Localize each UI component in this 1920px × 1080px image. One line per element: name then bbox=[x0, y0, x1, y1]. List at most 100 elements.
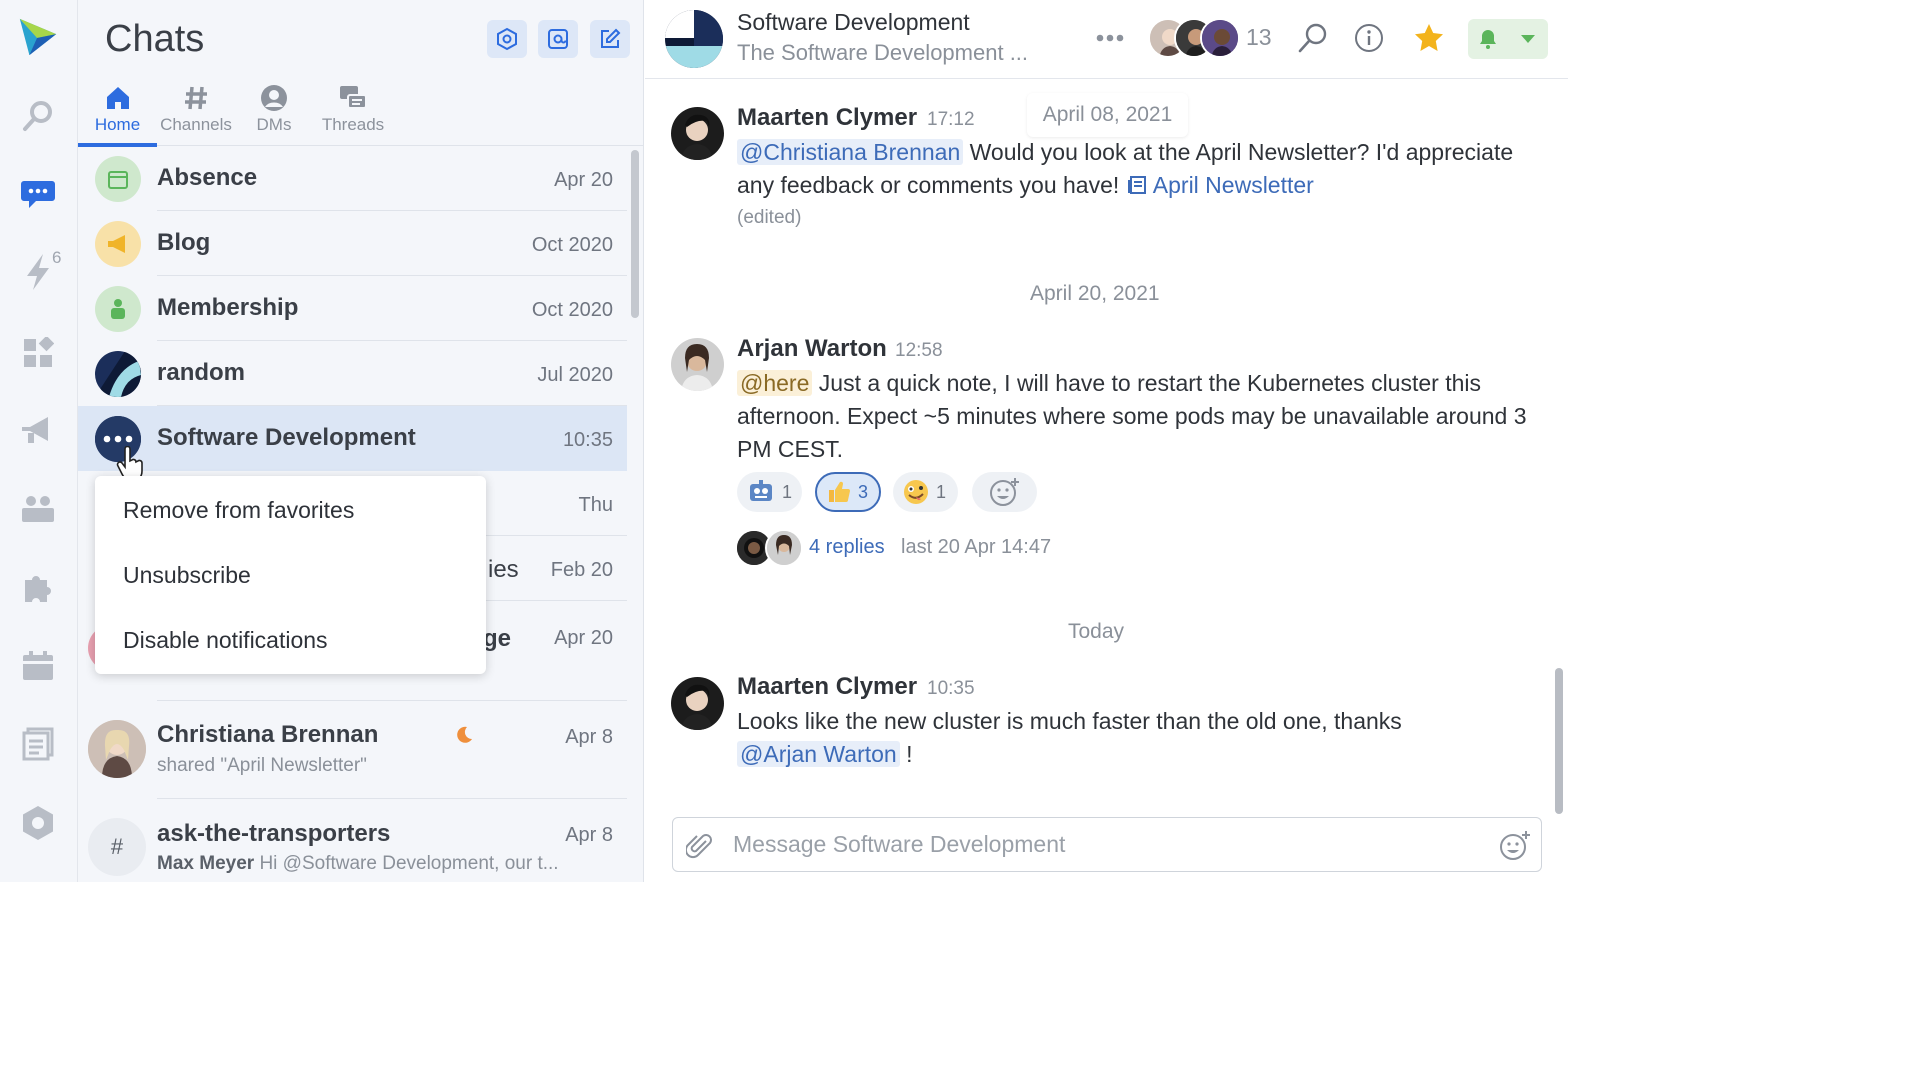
compose-button[interactable] bbox=[590, 20, 630, 58]
chevron-down-icon bbox=[1521, 35, 1535, 43]
chat-row-membership[interactable]: Membership Oct 2020 bbox=[78, 276, 627, 341]
mentions-button[interactable] bbox=[538, 20, 578, 58]
chat-name: Membership bbox=[157, 294, 299, 321]
reaction-zany[interactable]: 1 bbox=[893, 472, 958, 512]
chat-time: Thu bbox=[578, 494, 613, 516]
settings-icon[interactable] bbox=[16, 801, 60, 845]
chat-list-scrollbar[interactable] bbox=[631, 150, 639, 318]
chat-time: Jul 2020 bbox=[537, 364, 613, 386]
search-icon[interactable] bbox=[1293, 18, 1333, 58]
chat-name: random bbox=[157, 359, 246, 386]
calendar-icon bbox=[108, 171, 128, 189]
compose-icon bbox=[601, 28, 621, 48]
star-icon[interactable] bbox=[1409, 18, 1449, 58]
tab-dms-label: DMs bbox=[256, 115, 292, 134]
tab-home[interactable]: Home bbox=[78, 80, 157, 147]
announcements-icon[interactable] bbox=[16, 409, 60, 453]
message-text: @here Just a quick note, I will have to … bbox=[737, 367, 1527, 466]
channel-topic[interactable]: The Software Development ... bbox=[737, 40, 1028, 66]
robot-emoji-icon bbox=[750, 480, 772, 501]
channel-avatar[interactable] bbox=[665, 10, 723, 68]
file-link[interactable]: April Newsletter bbox=[1153, 172, 1314, 198]
subtitle-text: Hi @Software Development, our t... bbox=[259, 853, 559, 874]
app-sidebar: 6 bbox=[0, 0, 78, 882]
teams-icon[interactable] bbox=[16, 487, 60, 531]
notification-settings-button[interactable] bbox=[1468, 19, 1548, 59]
chat-tabs: Home Channels DMs Threads bbox=[78, 80, 643, 147]
tab-channels[interactable]: Channels bbox=[157, 80, 235, 146]
member-count[interactable]: 13 bbox=[1246, 24, 1272, 51]
zany-face-emoji-icon bbox=[904, 480, 928, 504]
apps-icon[interactable] bbox=[16, 331, 60, 375]
chat-row-ask-the-transporters[interactable]: # ask-the-transporters Max Meyer Hi @Sof… bbox=[78, 799, 627, 882]
chat-name-fragment: ies bbox=[488, 556, 519, 583]
channel-title[interactable]: Software Development bbox=[737, 9, 970, 36]
thumbs-up-emoji-icon bbox=[829, 481, 850, 502]
thread-replies-link[interactable]: 4 replies bbox=[809, 536, 885, 559]
message-time: 12:58 bbox=[895, 340, 943, 361]
chat-time: 10:35 bbox=[562, 429, 613, 451]
menu-disable-notifications[interactable]: Disable notifications bbox=[123, 627, 328, 654]
chat-row-software-development[interactable]: Software Development 10:35 bbox=[78, 406, 627, 482]
chats-icon[interactable] bbox=[16, 172, 60, 216]
file-icon bbox=[1126, 172, 1148, 198]
member-avatars[interactable] bbox=[1148, 18, 1244, 60]
chat-row-random[interactable]: random Jul 2020 bbox=[78, 341, 627, 406]
here-mention[interactable]: @here bbox=[737, 370, 813, 396]
calendar-icon[interactable] bbox=[16, 644, 60, 688]
notes-icon[interactable] bbox=[16, 722, 60, 766]
more-options-icon[interactable] bbox=[1090, 18, 1130, 58]
mention-link[interactable]: @Christiana Brennan bbox=[737, 139, 964, 165]
settings-button[interactable] bbox=[487, 20, 527, 58]
membership-avatar bbox=[95, 286, 141, 332]
tab-channels-label: Channels bbox=[160, 115, 232, 134]
chat-time: Apr 20 bbox=[554, 169, 613, 191]
message-avatar[interactable] bbox=[671, 338, 724, 391]
chat-time: Apr 20 bbox=[554, 627, 613, 649]
date-separator: April 20, 2021 bbox=[1030, 282, 1160, 305]
member-avatar bbox=[1200, 18, 1240, 58]
tab-dms[interactable]: DMs bbox=[250, 80, 298, 146]
flash-badge: 6 bbox=[52, 248, 62, 267]
bell-icon bbox=[1480, 30, 1496, 49]
app-logo[interactable] bbox=[16, 15, 60, 59]
menu-unsubscribe[interactable]: Unsubscribe bbox=[123, 562, 251, 589]
reaction-count: 3 bbox=[858, 481, 869, 502]
chat-name: Software Development bbox=[157, 424, 416, 451]
mention-link[interactable]: @Arjan Warton bbox=[737, 741, 900, 767]
channel-hash-avatar: # bbox=[88, 818, 146, 876]
message-author[interactable]: Maarten Clymer bbox=[737, 673, 917, 701]
message-author[interactable]: Arjan Warton bbox=[737, 335, 887, 363]
chat-row-christiana-brennan[interactable]: Christiana Brennan shared "April Newslet… bbox=[78, 701, 627, 799]
message-avatar[interactable] bbox=[671, 677, 724, 730]
search-icon[interactable] bbox=[16, 94, 60, 138]
chat-name: Absence bbox=[157, 164, 258, 191]
message-author[interactable]: Maarten Clymer bbox=[737, 104, 917, 132]
menu-remove-from-favorites[interactable]: Remove from favorites bbox=[123, 497, 354, 524]
paperclip-icon[interactable] bbox=[686, 832, 714, 860]
edited-label: (edited) bbox=[737, 207, 802, 228]
panel-title: Chats bbox=[105, 18, 205, 60]
chat-scrollbar[interactable] bbox=[1555, 668, 1563, 814]
message-body: Looks like the new cluster is much faste… bbox=[737, 708, 1402, 734]
message-input[interactable]: Message Software Development bbox=[733, 831, 1065, 858]
absence-avatar bbox=[95, 156, 141, 202]
thread-last-reply: last 20 Apr 14:47 bbox=[901, 536, 1052, 558]
subtitle-author: Max Meyer bbox=[157, 853, 255, 874]
reaction-thumbs-up[interactable]: 3 bbox=[815, 472, 881, 512]
integrations-icon[interactable] bbox=[16, 565, 60, 609]
hash-icon bbox=[185, 86, 207, 110]
message-text: Looks like the new cluster is much faste… bbox=[737, 705, 1527, 771]
chat-header: Software Development The Software Develo… bbox=[645, 0, 1568, 79]
chat-row-blog[interactable]: Blog Oct 2020 bbox=[78, 211, 627, 276]
emoji-picker-icon[interactable] bbox=[1498, 830, 1532, 862]
tab-threads[interactable]: Threads bbox=[319, 80, 387, 146]
user-circle-icon bbox=[261, 85, 287, 111]
reaction-robot[interactable]: 1 bbox=[737, 472, 802, 512]
message-avatar[interactable] bbox=[671, 107, 724, 160]
add-reaction-button[interactable] bbox=[972, 472, 1037, 512]
info-icon[interactable] bbox=[1349, 18, 1389, 58]
chat-row-absence[interactable]: Absence Apr 20 bbox=[78, 146, 627, 211]
chat-context-menu: Remove from favorites Unsubscribe Disabl… bbox=[95, 476, 486, 674]
message-composer[interactable]: Message Software Development bbox=[672, 817, 1542, 872]
